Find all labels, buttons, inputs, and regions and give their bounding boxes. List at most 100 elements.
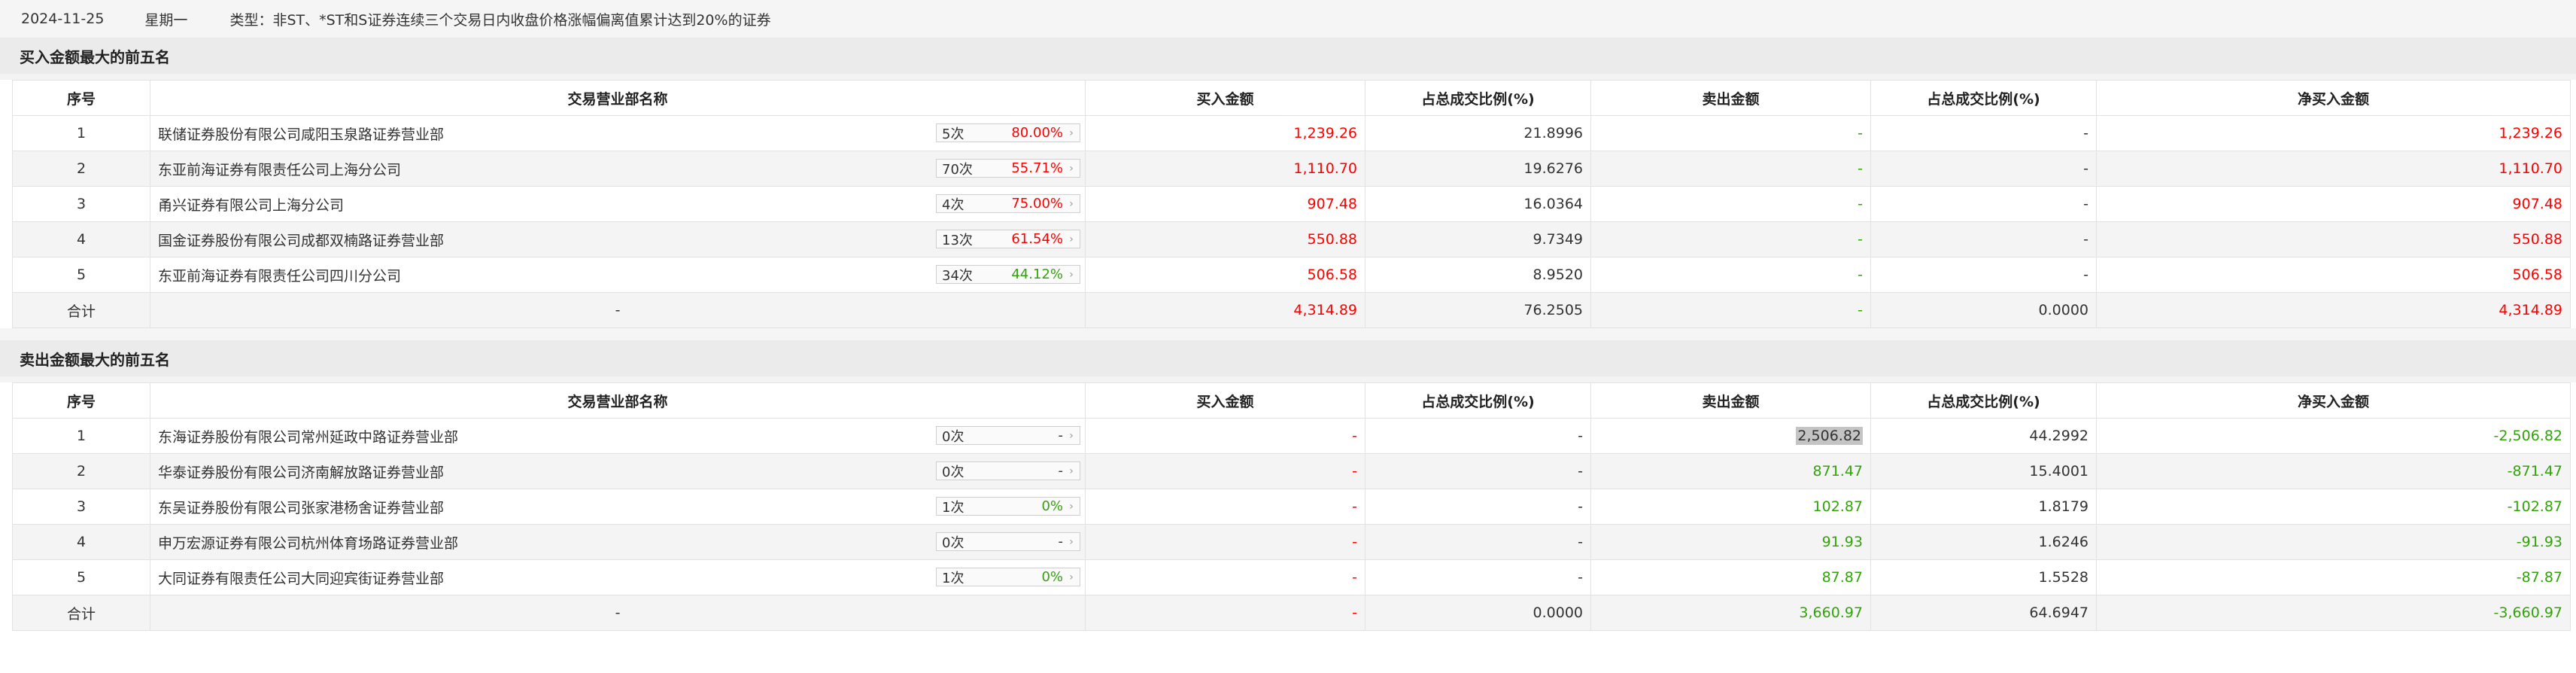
total-name: - — [150, 595, 1086, 631]
dept-name-link[interactable]: 大同证券有限责任公司大同迎宾街证券营业部 — [158, 568, 444, 588]
buy-ratio: - — [1365, 559, 1591, 595]
chevron-right-icon: › — [1069, 429, 1074, 442]
row-index: 1 — [12, 418, 150, 454]
sell-ratio: - — [1870, 257, 2097, 293]
buy-amount: 506.58 — [1085, 257, 1365, 293]
net-amount: -91.93 — [2096, 524, 2571, 560]
chevron-right-icon: › — [1069, 162, 1074, 175]
table-row: 3 甬兴证券有限公司上海分公司 4次 75.00% › 907.48 16.0364- -90… — [12, 186, 2571, 222]
net-amount: 1,110.70 — [2096, 151, 2571, 187]
dept-cell: 国金证券股份有限公司成都双楠路证券营业部 13次 61.54% › — [150, 221, 1086, 257]
sell-amount: - — [1590, 221, 1871, 257]
col-buy-ratio: 占总成交比例(%) — [1365, 80, 1591, 116]
dept-stats-badge[interactable]: 0次 - › — [936, 532, 1080, 551]
dept-name-link[interactable]: 华泰证券股份有限公司济南解放路证券营业部 — [158, 461, 444, 482]
col-net-amount: 净买入金额 — [2096, 382, 2571, 419]
total-row: 合计 -4,314.89 76.2505-0.0000 4,314.89 — [12, 292, 2571, 328]
buy-ratio: 19.6276 — [1365, 151, 1591, 187]
dept-cell: 东亚前海证券有限责任公司上海分公司 70次 55.71% › — [150, 151, 1086, 187]
col-index: 序号 — [12, 382, 150, 419]
dept-cell: 申万宏源证券有限公司杭州体育场路证券营业部 0次 - › — [150, 524, 1086, 560]
dept-stats-badge[interactable]: 70次 55.71% › — [936, 159, 1080, 178]
col-sell-amount: 卖出金额 — [1590, 382, 1871, 419]
buy-amount: - — [1085, 559, 1365, 595]
sell-ratio: - — [1870, 221, 2097, 257]
col-dept-name: 交易营业部名称 — [150, 382, 1086, 419]
dept-name-link[interactable]: 联储证券股份有限公司咸阳玉泉路证券营业部 — [158, 123, 444, 144]
chevron-right-icon: › — [1069, 126, 1074, 139]
buy-ratio: - — [1365, 453, 1591, 489]
col-sell-ratio: 占总成交比例(%) — [1870, 80, 2097, 116]
buy-ratio: 8.9520 — [1365, 257, 1591, 293]
dept-stats-badge[interactable]: 34次 44.12% › — [936, 265, 1080, 284]
table-row: 5 东亚前海证券有限责任公司四川分公司 34次 44.12% › 506.58 8.9520… — [12, 257, 2571, 293]
total-label: 合计 — [12, 595, 150, 631]
chevron-right-icon: › — [1069, 197, 1074, 210]
buy-amount: 907.48 — [1085, 186, 1365, 222]
sell-amount: 102.87 — [1590, 489, 1871, 525]
dept-name-link[interactable]: 东海证券股份有限公司常州延政中路证券营业部 — [158, 426, 458, 446]
appearance-count: 13次 — [942, 232, 973, 248]
dept-name-link[interactable]: 国金证券股份有限公司成都双楠路证券营业部 — [158, 230, 444, 250]
dept-stats-badge[interactable]: 13次 61.54% › — [936, 230, 1080, 248]
buy-table-header: 序号 交易营业部名称 买入金额 占总成交比例(%) 卖出金额 占总成交比例(%)… — [12, 80, 2571, 116]
section-divider — [0, 328, 2576, 340]
table-row: 3 东吴证券股份有限公司张家港杨舍证券营业部 1次 0% › - -102.87 1.8179… — [12, 489, 2571, 525]
buy-amount: - — [1085, 489, 1365, 525]
dept-stats-badge[interactable]: 1次 0% › — [936, 497, 1080, 516]
dept-name-link[interactable]: 东亚前海证券有限责任公司四川分公司 — [158, 265, 401, 285]
row-index: 2 — [12, 151, 150, 187]
selected-value: 2,506.82 — [1796, 427, 1863, 445]
appearance-count: 0次 — [942, 428, 964, 445]
row-index: 5 — [12, 559, 150, 595]
buy-ratio: 16.0364 — [1365, 186, 1591, 222]
sell-ratio: - — [1870, 115, 2097, 151]
dept-name-link[interactable]: 申万宏源证券有限公司杭州体育场路证券营业部 — [158, 532, 458, 553]
dept-stats-badge[interactable]: 0次 - › — [936, 461, 1080, 480]
appearance-count: 0次 — [942, 464, 964, 480]
table-row: 1 东海证券股份有限公司常州延政中路证券营业部 0次 - › - -2,506.82 44.2… — [12, 418, 2571, 454]
chevron-right-icon: › — [1069, 268, 1074, 281]
dept-stats-badge[interactable]: 4次 75.00% › — [936, 194, 1080, 213]
sell-ratio: 15.4001 — [1870, 453, 2097, 489]
sell-section-title: 卖出金额最大的前五名 — [0, 340, 2576, 376]
col-dept-name: 交易营业部名称 — [150, 80, 1086, 116]
trade-date: 2024-11-25 — [21, 11, 105, 27]
table-row: 2 华泰证券股份有限公司济南解放路证券营业部 0次 - › - -871.47 15.4001… — [12, 453, 2571, 489]
buy-amount: - — [1085, 453, 1365, 489]
success-rate: 0% — [1041, 569, 1063, 585]
dept-stats-badge[interactable]: 5次 80.00% › — [936, 123, 1080, 142]
total-sell-amount: 3,660.97 — [1590, 595, 1871, 631]
dept-name-link[interactable]: 东吴证券股份有限公司张家港杨舍证券营业部 — [158, 497, 444, 517]
dept-stats-badge[interactable]: 0次 - › — [936, 426, 1080, 445]
dept-cell: 大同证券有限责任公司大同迎宾街证券营业部 1次 0% › — [150, 559, 1086, 595]
dept-name-link[interactable]: 东亚前海证券有限责任公司上海分公司 — [158, 159, 401, 179]
buy-ratio: - — [1365, 524, 1591, 560]
dept-cell: 联储证券股份有限公司咸阳玉泉路证券营业部 5次 80.00% › — [150, 115, 1086, 151]
table-row: 4 国金证券股份有限公司成都双楠路证券营业部 13次 61.54% › 550.88 9.7… — [12, 221, 2571, 257]
total-buy-ratio: 0.0000 — [1365, 595, 1591, 631]
dept-name-link[interactable]: 甬兴证券有限公司上海分公司 — [158, 194, 344, 215]
sell-amount: 91.93 — [1590, 524, 1871, 560]
chevron-right-icon: › — [1069, 571, 1074, 583]
success-rate: 61.54% — [1011, 231, 1063, 247]
sell-amount: - — [1590, 257, 1871, 293]
row-index: 4 — [12, 524, 150, 560]
net-amount: 1,239.26 — [2096, 115, 2571, 151]
appearance-count: 1次 — [942, 570, 964, 586]
buy-section-title: 买入金额最大的前五名 — [0, 38, 2576, 74]
buy-amount: 1,239.26 — [1085, 115, 1365, 151]
dept-cell: 华泰证券股份有限公司济南解放路证券营业部 0次 - › — [150, 453, 1086, 489]
net-amount: -87.87 — [2096, 559, 2571, 595]
sell-amount: - — [1590, 151, 1871, 187]
success-rate: - — [1058, 463, 1064, 479]
table-row: 2 东亚前海证券有限责任公司上海分公司 70次 55.71% › 1,110.70 19.6… — [12, 151, 2571, 187]
buy-ratio: - — [1365, 489, 1591, 525]
net-amount: 907.48 — [2096, 186, 2571, 222]
buy-ratio: 9.7349 — [1365, 221, 1591, 257]
dept-stats-badge[interactable]: 1次 0% › — [936, 568, 1080, 586]
row-index: 1 — [12, 115, 150, 151]
sell-ratio: 1.5528 — [1870, 559, 2097, 595]
sell-table: 序号 交易营业部名称 买入金额 占总成交比例(%) 卖出金额 占总成交比例(%)… — [12, 382, 2571, 631]
chevron-right-icon: › — [1069, 535, 1074, 548]
